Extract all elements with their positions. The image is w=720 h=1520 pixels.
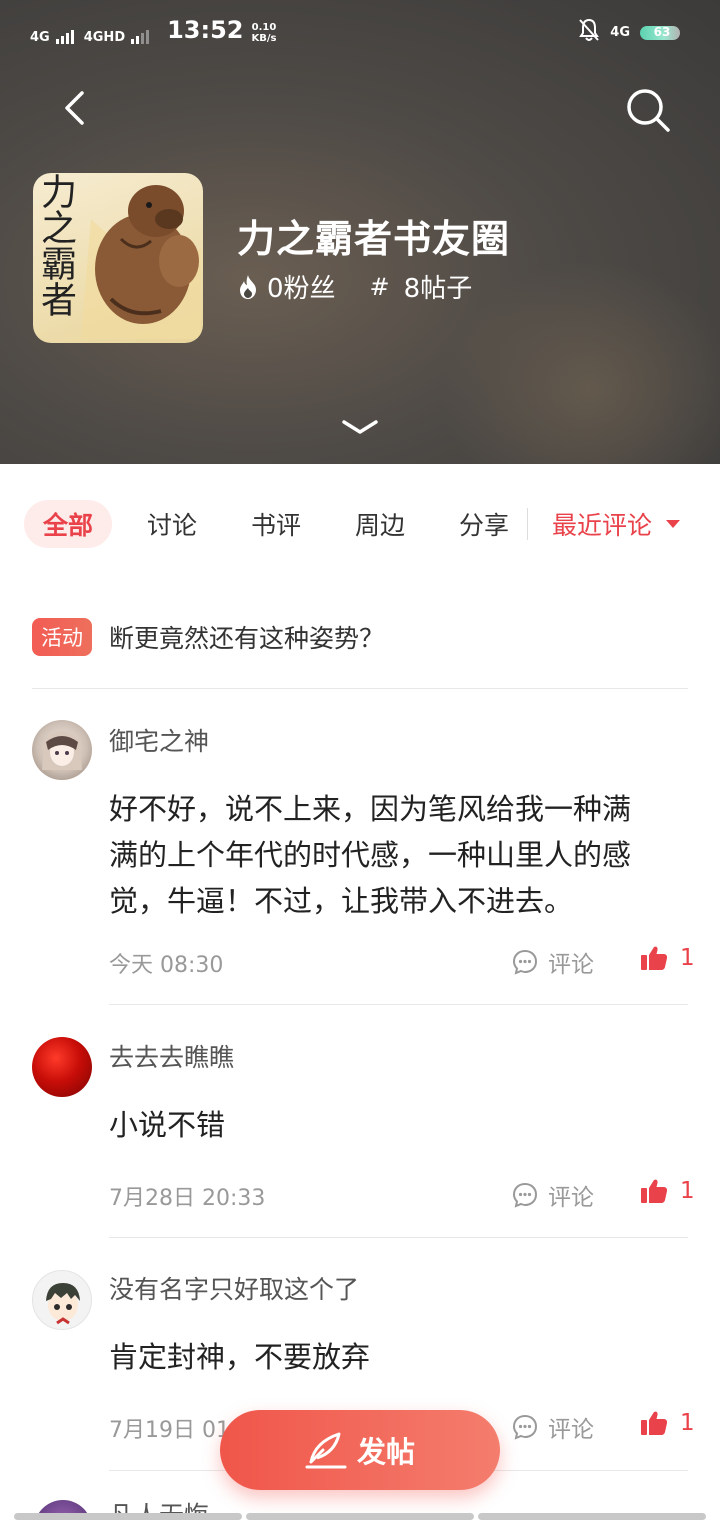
tab-review[interactable]: 书评 xyxy=(236,500,316,548)
post-content-line: 满的上个年代的时代感，一种山里人的感 xyxy=(109,838,632,872)
create-post-button[interactable]: 发帖 xyxy=(220,1410,500,1490)
tab-merch[interactable]: 周边 xyxy=(340,500,420,548)
clock: 13:52 xyxy=(167,16,244,44)
search-icon xyxy=(627,89,670,132)
comment-icon xyxy=(512,1414,538,1440)
comment-label: 评论 xyxy=(548,952,594,978)
back-button[interactable] xyxy=(52,86,96,130)
thumbs-up-icon xyxy=(641,946,668,970)
sort-dropdown[interactable]: 最近评论 xyxy=(552,500,681,548)
post-author[interactable]: 去去去瞧瞧 xyxy=(109,1038,234,1074)
post-author[interactable]: 御宅之神 xyxy=(109,722,209,758)
create-post-label: 发帖 xyxy=(356,1435,415,1469)
mute-notification-icon xyxy=(578,18,600,46)
posts-stat: # 8帖子 xyxy=(370,268,473,305)
post-content[interactable]: 好不好，说不上来，因为笔风给我一种满 满的上个年代的时代感，一种山里人的感 觉，… xyxy=(109,786,689,924)
chevron-left-icon xyxy=(65,91,84,125)
comment-label: 评论 xyxy=(548,1417,594,1443)
search-button[interactable] xyxy=(624,86,672,134)
fans-stat: 0粉丝 xyxy=(237,268,336,305)
like-button[interactable]: 1 xyxy=(640,1410,695,1436)
expand-chevron-icon[interactable] xyxy=(342,418,378,438)
comment-button[interactable]: 评论 xyxy=(512,1178,594,1212)
flame-icon xyxy=(240,274,256,299)
post-content[interactable]: 小说不错 xyxy=(109,1102,689,1148)
activity-announcement[interactable]: 活动 断更竟然还有这种姿势？ xyxy=(32,615,688,659)
signal-icon xyxy=(55,28,74,44)
circle-header: 4G 4GHD 13:52 0.10 KB/s 4G 63 力之霸者 力之霸者书… xyxy=(0,0,720,464)
sort-label: 最近评论 xyxy=(552,511,653,540)
bear-illustration xyxy=(81,185,201,339)
anime-girl-avatar xyxy=(42,731,82,770)
post-content-line: 好不好，说不上来，因为笔风给我一种满 xyxy=(109,792,632,826)
cover-title: 力之霸者 xyxy=(35,173,76,317)
post-content[interactable]: 肯定封神，不要放弃 xyxy=(109,1334,689,1380)
announcement-text: 断更竟然还有这种姿势？ xyxy=(109,624,385,653)
comment-icon xyxy=(512,949,538,975)
divider xyxy=(32,688,688,689)
activity-badge: 活动 xyxy=(32,618,92,656)
post-author[interactable]: 没有名字只好取这个了 xyxy=(109,1270,359,1306)
thumbs-up-icon xyxy=(641,1179,668,1203)
like-count: 1 xyxy=(680,1178,695,1204)
post-content-line: 小说不错 xyxy=(109,1108,226,1142)
like-button[interactable]: 1 xyxy=(640,945,695,971)
book-cover[interactable]: 力之霸者 xyxy=(33,173,203,343)
tab-all[interactable]: 全部 xyxy=(24,500,112,548)
fans-count: 0粉丝 xyxy=(267,274,336,304)
avatar[interactable] xyxy=(32,1270,92,1330)
category-tabs: 全部 讨论 书评 周边 分享 最近评论 xyxy=(0,494,720,554)
network-label-2: 4GHD xyxy=(83,30,126,45)
nav-pill[interactable] xyxy=(14,1513,242,1520)
avatar[interactable] xyxy=(32,1037,92,1097)
network-label-1: 4G xyxy=(30,30,50,45)
tab-share[interactable]: 分享 xyxy=(444,500,524,548)
signal-icon-2 xyxy=(131,28,150,44)
comment-icon xyxy=(512,1182,538,1208)
thumbs-up-icon xyxy=(641,1411,668,1435)
post-content-line: 肯定封神，不要放弃 xyxy=(109,1340,371,1374)
post-time: 今天 08:30 xyxy=(109,953,224,978)
anime-boy-avatar xyxy=(46,1283,80,1325)
nav-pill[interactable] xyxy=(478,1513,706,1520)
posts-count: 8帖子 xyxy=(403,274,473,304)
battery-icon: 63 xyxy=(640,22,684,42)
like-count: 1 xyxy=(680,945,695,971)
avatar[interactable] xyxy=(32,720,92,780)
like-button[interactable]: 1 xyxy=(640,1178,695,1204)
post-time: 7月19日 01 xyxy=(109,1418,230,1443)
circle-title: 力之霸者书友圈 xyxy=(237,216,511,261)
circle-stats: 0粉丝 # 8帖子 xyxy=(237,268,506,305)
nav-pill[interactable] xyxy=(246,1513,474,1520)
status-bar: 4G 4GHD 13:52 0.10 KB/s 4G 63 xyxy=(0,0,720,64)
network-label-3: 4G xyxy=(610,24,630,40)
divider xyxy=(109,1237,688,1238)
quill-pen-icon xyxy=(305,1432,347,1469)
comment-button[interactable]: 评论 xyxy=(512,945,594,979)
comment-label: 评论 xyxy=(548,1185,594,1211)
comment-button[interactable]: 评论 xyxy=(512,1410,594,1444)
like-count: 1 xyxy=(680,1410,695,1436)
divider xyxy=(109,1004,688,1005)
tab-divider xyxy=(527,508,528,540)
tab-discussion[interactable]: 讨论 xyxy=(132,500,212,548)
caret-down-icon xyxy=(666,520,681,528)
net-speed: 0.10 KB/s xyxy=(251,22,277,44)
post-time: 7月28日 20:33 xyxy=(109,1186,266,1211)
post-content-line: 觉，牛逼！不过，让我带入不进去。 xyxy=(109,884,574,918)
hash-icon: # xyxy=(369,272,390,301)
